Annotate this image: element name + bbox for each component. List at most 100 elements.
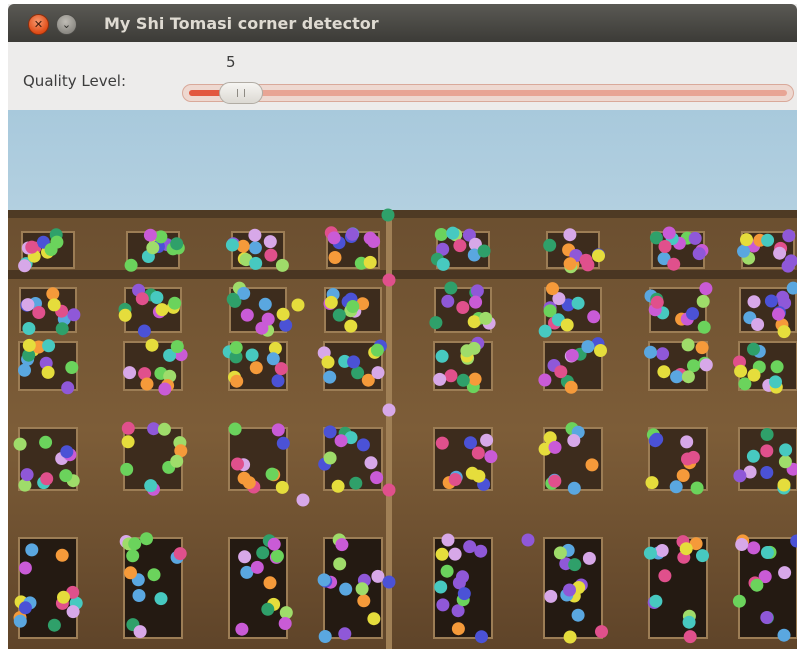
corner-marker [448, 547, 462, 561]
corner-marker [20, 468, 34, 482]
corner-marker [645, 476, 659, 490]
corner-marker [267, 537, 281, 551]
corner-marker [592, 249, 605, 263]
corner-marker [697, 320, 711, 334]
slider-handle[interactable] [219, 82, 263, 104]
corner-marker [13, 614, 27, 628]
corner-marker [782, 229, 796, 243]
corner-marker [460, 344, 474, 358]
corner-marker [655, 544, 669, 557]
corner-marker [456, 301, 470, 314]
corner-marker [121, 435, 135, 449]
corner-marker [124, 258, 138, 272]
corner-marker [444, 281, 458, 295]
corner-marker [331, 479, 345, 493]
quality-level-slider[interactable] [182, 82, 794, 104]
corner-marker [65, 361, 79, 374]
corner-marker [168, 296, 182, 310]
corner-marker [120, 462, 134, 476]
corner-marker [118, 308, 132, 322]
corner-marker [467, 315, 481, 329]
corner-marker [769, 375, 782, 389]
corner-marker [470, 284, 484, 298]
corner-marker [440, 564, 454, 578]
corner-marker [55, 322, 69, 336]
corner-marker [676, 469, 690, 482]
corner-marker [170, 237, 184, 251]
corner-marker [66, 605, 80, 619]
corner-marker [335, 538, 349, 552]
corner-marker [688, 231, 702, 245]
corner-marker [669, 480, 683, 494]
corner-marker [696, 549, 709, 563]
corner-marker [435, 436, 449, 450]
corner-marker [773, 246, 787, 260]
corner-marker [772, 307, 785, 321]
title-bar[interactable]: ✕ ⌄ My Shi Tomasi corner detector [8, 4, 797, 42]
corner-marker [261, 602, 275, 616]
corner-marker [441, 533, 455, 547]
corner-marker [157, 422, 171, 436]
corner-marker [248, 241, 262, 255]
corner-marker [538, 373, 552, 387]
corner-marker [456, 570, 469, 584]
corner-marker [363, 255, 377, 269]
corner-marker [249, 361, 263, 375]
corner-marker [276, 307, 290, 321]
corner-marker [250, 560, 264, 574]
corner-marker [690, 481, 704, 495]
corner-marker [226, 292, 240, 306]
corner-marker [158, 382, 172, 396]
corner-marker [680, 435, 694, 449]
corner-marker [679, 542, 693, 556]
corner-marker [317, 573, 331, 587]
corner-marker [650, 295, 664, 309]
slider-value: 5 [226, 53, 236, 71]
corner-marker [279, 318, 293, 332]
minimize-button[interactable]: ⌄ [56, 14, 77, 35]
corner-marker [546, 282, 559, 296]
corner-marker [740, 233, 753, 247]
corner-marker [649, 594, 663, 608]
corner-marker [521, 533, 535, 547]
corner-marker [681, 338, 695, 352]
corner-marker [560, 318, 574, 332]
corner-marker [662, 226, 676, 240]
corner-marker [60, 445, 74, 459]
corner-marker [453, 239, 467, 253]
corner-marker [270, 549, 284, 563]
corner-marker [760, 466, 774, 479]
corner-marker [18, 363, 31, 377]
corner-marker [370, 471, 384, 485]
app-window: ✕ ⌄ My Shi Tomasi corner detector Qualit… [8, 4, 797, 649]
corner-marker [472, 469, 486, 483]
corner-marker [323, 451, 337, 465]
corner-marker [261, 312, 275, 326]
corner-marker [747, 541, 761, 555]
corner-marker [347, 355, 361, 369]
corner-marker [751, 318, 765, 331]
corner-marker [154, 592, 168, 606]
corner-marker [381, 208, 395, 222]
corner-marker [464, 436, 477, 450]
close-button[interactable]: ✕ [28, 14, 49, 35]
corner-marker [479, 311, 493, 325]
corner-marker [776, 290, 790, 304]
corner-marker [170, 340, 184, 354]
corner-marker [760, 428, 774, 441]
slider-track[interactable] [189, 90, 787, 96]
corner-marker [367, 612, 381, 626]
corner-marker [554, 365, 568, 379]
corner-marker [699, 358, 713, 372]
corner-marker [50, 235, 64, 249]
corner-marker [571, 608, 585, 622]
corner-marker [327, 231, 341, 245]
corner-marker [47, 618, 61, 632]
corner-marker [25, 543, 39, 557]
corner-marker [563, 257, 577, 271]
corner-marker [21, 298, 35, 312]
corner-marker [145, 338, 159, 352]
corner-marker [650, 432, 664, 446]
cornice [8, 210, 797, 218]
corner-marker [564, 380, 578, 394]
